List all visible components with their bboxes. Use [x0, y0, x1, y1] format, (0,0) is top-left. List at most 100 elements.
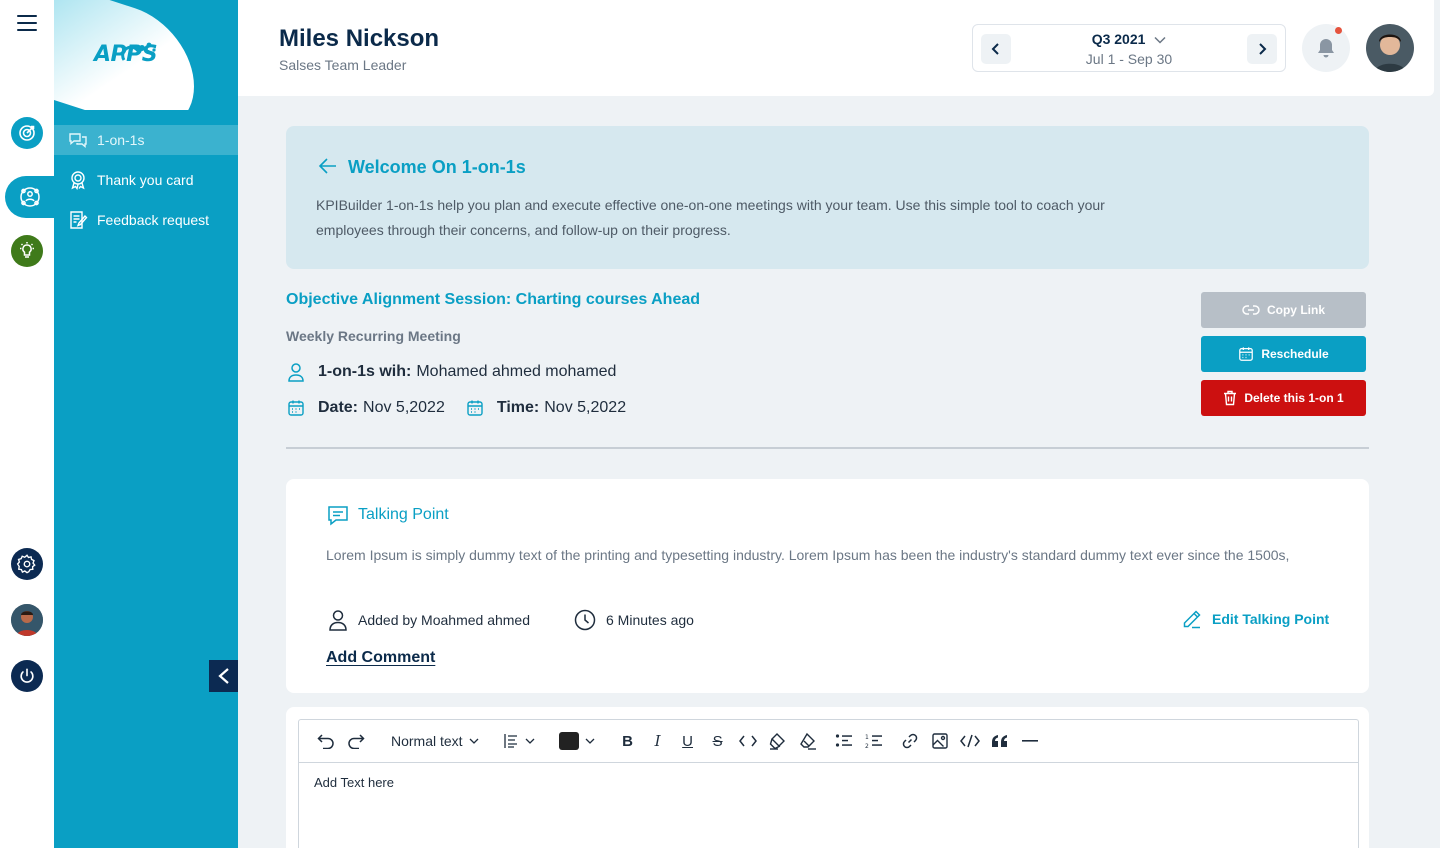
strikethrough-button[interactable]: S [703, 727, 733, 755]
rich-text-editor: Normal text B I U S 1 2 Add Text here [298, 719, 1359, 848]
code-block-icon [959, 734, 980, 748]
bullet-list-button[interactable] [829, 727, 859, 755]
undo-button[interactable] [311, 727, 341, 755]
line-height-dropdown[interactable] [497, 727, 541, 755]
bell-icon [1318, 39, 1334, 58]
chat-bubbles-icon [69, 133, 87, 148]
reschedule-button[interactable]: Reschedule [1201, 336, 1366, 372]
welcome-banner: Welcome On 1-on-1s KPIBuilder 1-on-1s he… [286, 126, 1369, 269]
link-icon [1242, 305, 1260, 315]
quarter-dropdown[interactable]: Q3 2021 [973, 31, 1285, 47]
sidebar-item-thank-you-card[interactable]: Thank you card [54, 165, 238, 195]
quote-icon [991, 735, 1007, 747]
chevron-down-icon [1154, 36, 1166, 44]
logo-text: APPS [94, 42, 158, 67]
logo[interactable]: APPS [54, 0, 238, 110]
sidebar: APPS 1-on-1s Thank you card Feedback req… [54, 0, 238, 848]
user-role: Salses Team Leader [279, 57, 407, 73]
quarter-range: Jul 1 - Sep 30 [1085, 51, 1173, 67]
delete-1on1-button[interactable]: Delete this 1-on 1 [1201, 380, 1366, 416]
eraser-icon [799, 732, 816, 750]
top-header: Miles Nickson Salses Team Leader Q3 2021… [238, 0, 1434, 96]
image-icon [931, 733, 948, 749]
copy-link-button[interactable]: Copy Link [1201, 292, 1366, 328]
numbered-list-button[interactable]: 12 [859, 727, 889, 755]
author-text: Added by Moahmed ahmed [358, 612, 530, 628]
italic-icon: I [654, 732, 661, 750]
italic-button[interactable]: I [643, 727, 673, 755]
time-label: Time: [496, 399, 540, 416]
team-icon[interactable] [14, 181, 46, 213]
next-quarter-button[interactable] [1247, 34, 1277, 64]
link-icon [902, 733, 917, 749]
arrow-left-icon[interactable] [318, 157, 338, 175]
chevron-down-icon [469, 738, 479, 744]
inline-code-button[interactable] [733, 727, 763, 755]
bold-button[interactable]: B [613, 727, 643, 755]
strikethrough-icon: S [712, 732, 723, 750]
blockquote-button[interactable] [985, 727, 1015, 755]
talking-point-description: Lorem Ipsum is simply dummy text of the … [326, 547, 1290, 563]
reschedule-label: Reschedule [1261, 347, 1329, 361]
time-value: Nov 5,2022 [544, 399, 627, 416]
meeting-title[interactable]: Objective Alignment Session: Charting co… [286, 291, 700, 309]
sidebar-item-label: 1-on-1s [97, 132, 145, 148]
menu-icon[interactable] [17, 15, 37, 31]
person-icon [329, 610, 347, 631]
redo-button[interactable] [341, 727, 371, 755]
highlight-button[interactable] [763, 727, 793, 755]
notification-dot [1335, 27, 1342, 34]
comment-input[interactable]: Add Text here [314, 775, 394, 790]
sidebar-item-feedback-request[interactable]: Feedback request [54, 205, 238, 235]
calendar-icon [467, 400, 483, 416]
feedback-form-icon [70, 211, 88, 229]
horizontal-rule-icon [1021, 740, 1038, 742]
talking-point-author: Added by Moahmed ahmed [328, 609, 530, 631]
delete-label: Delete this 1-on 1 [1244, 391, 1344, 405]
chat-bubble-icon [328, 506, 348, 526]
chevron-right-icon [1259, 43, 1267, 55]
undo-icon [317, 734, 334, 749]
text-style-dropdown[interactable]: Normal text [385, 727, 485, 755]
sidebar-item-label: Feedback request [97, 212, 210, 228]
line-height-icon [503, 734, 517, 748]
date-label: Date: [318, 399, 359, 416]
horizontal-rule-button[interactable] [1015, 727, 1045, 755]
collapse-sidebar-button[interactable] [209, 660, 238, 692]
user-avatar[interactable] [1366, 24, 1414, 72]
svg-text:1: 1 [865, 734, 869, 741]
settings-icon[interactable] [11, 548, 43, 580]
insert-link-button[interactable] [895, 727, 925, 755]
participant-value: Mohamed ahmed mohamed [416, 363, 617, 380]
text-style-label: Normal text [391, 733, 463, 749]
text-color-dropdown[interactable] [553, 727, 601, 755]
svg-text:2: 2 [865, 743, 869, 749]
insert-image-button[interactable] [925, 727, 955, 755]
lightbulb-icon[interactable] [11, 235, 43, 267]
underline-icon: U [682, 732, 693, 750]
edit-talking-point-button[interactable]: Edit Talking Point [1182, 609, 1329, 629]
bullet-list-icon [835, 734, 852, 747]
meeting-recurrence: Weekly Recurring Meeting [286, 328, 461, 344]
talking-point-title: Talking Point [358, 506, 449, 523]
clear-format-button[interactable] [793, 727, 823, 755]
add-comment-link[interactable]: Add Comment [326, 649, 435, 667]
trash-icon [1224, 390, 1237, 406]
meeting-schedule: Date: Nov 5,2022 Time: Nov 5,2022 [286, 398, 626, 418]
clock-icon [574, 609, 596, 631]
copy-link-label: Copy Link [1266, 303, 1325, 317]
power-icon[interactable] [11, 660, 43, 692]
target-icon[interactable] [11, 117, 43, 149]
date-value: Nov 5,2022 [363, 399, 445, 416]
person-icon [288, 363, 304, 382]
talking-point-time: 6 Minutes ago [574, 609, 694, 631]
redo-icon [348, 734, 365, 749]
code-icon [738, 735, 757, 747]
code-block-button[interactable] [955, 727, 985, 755]
participant-label: 1-on-1s wih: [318, 363, 412, 380]
sidebar-item-1on1s[interactable]: 1-on-1s [54, 125, 238, 155]
underline-button[interactable]: U [673, 727, 703, 755]
notifications-button[interactable] [1302, 24, 1350, 72]
pencil-icon [1183, 610, 1201, 629]
profile-avatar[interactable] [11, 604, 43, 636]
